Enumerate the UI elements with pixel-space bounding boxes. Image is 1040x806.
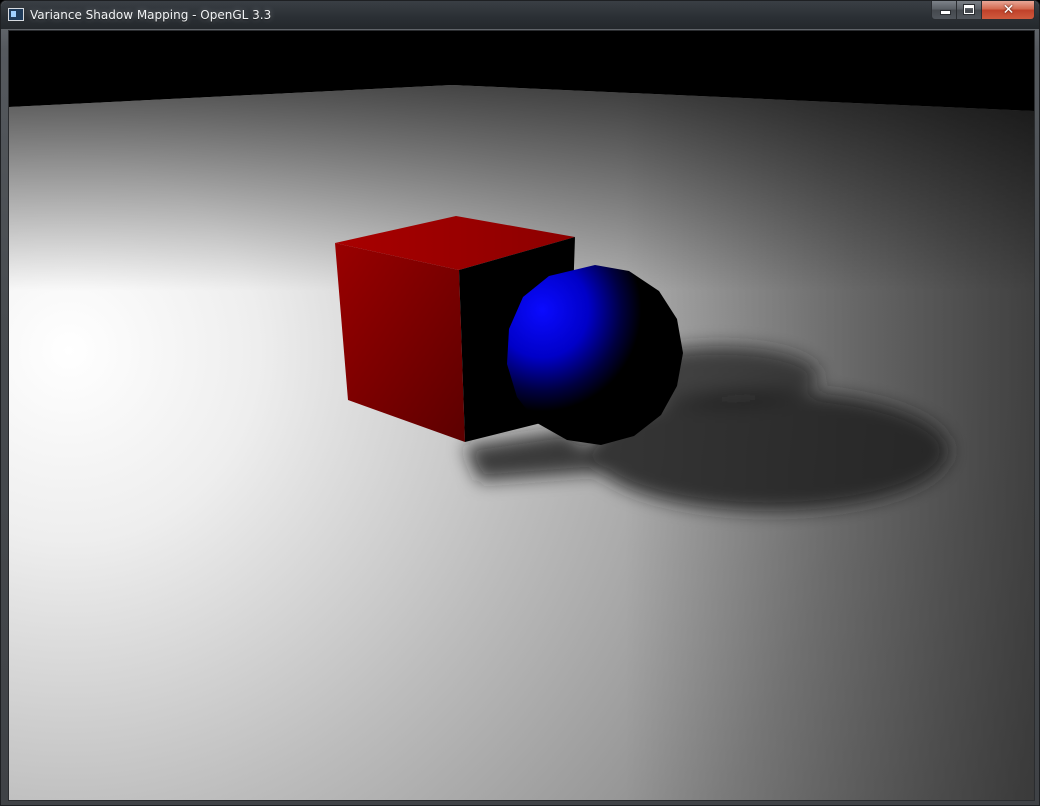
minimize-button[interactable]: [931, 1, 957, 20]
caption-buttons: ✕: [931, 1, 1035, 21]
app-window-icon[interactable]: [8, 8, 24, 21]
title-bar[interactable]: Variance Shadow Mapping - OpenGL 3.3 ✕: [1, 1, 1039, 29]
app-window: Variance Shadow Mapping - OpenGL 3.3 ✕: [0, 0, 1040, 806]
scene-canvas: [9, 31, 1034, 800]
opengl-viewport[interactable]: [8, 30, 1035, 801]
minimize-icon: [941, 11, 950, 14]
sphere: [507, 265, 683, 445]
close-button[interactable]: ✕: [982, 1, 1035, 20]
window-title: Variance Shadow Mapping - OpenGL 3.3: [30, 8, 272, 22]
close-icon: ✕: [1002, 2, 1015, 18]
maximize-button[interactable]: [957, 1, 982, 20]
maximize-icon: [964, 5, 974, 14]
